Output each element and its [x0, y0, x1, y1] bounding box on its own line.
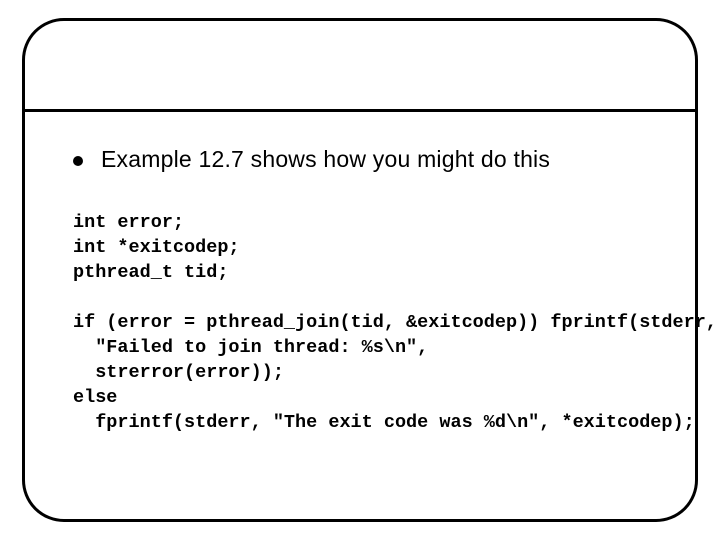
- code-line: int error;: [73, 212, 184, 233]
- bullet-text: Example 12.7 shows how you might do this: [101, 146, 550, 173]
- code-line: strerror(error));: [73, 362, 284, 383]
- divider: [25, 109, 695, 112]
- code-line: fprintf(stderr, "The exit code was %d\n"…: [73, 412, 695, 433]
- code-line: else: [73, 387, 117, 408]
- code-line: pthread_t tid;: [73, 262, 228, 283]
- code-line: if (error = pthread_join(tid, &exitcodep…: [73, 312, 717, 333]
- code-line: int *exitcodep;: [73, 237, 240, 258]
- code-line: "Failed to join thread: %s\n",: [73, 337, 428, 358]
- code-block: int error; int *exitcodep; pthread_t tid…: [73, 211, 717, 436]
- bullet-item: Example 12.7 shows how you might do this: [73, 146, 550, 173]
- slide-frame: Example 12.7 shows how you might do this…: [22, 18, 698, 522]
- bullet-icon: [73, 156, 83, 166]
